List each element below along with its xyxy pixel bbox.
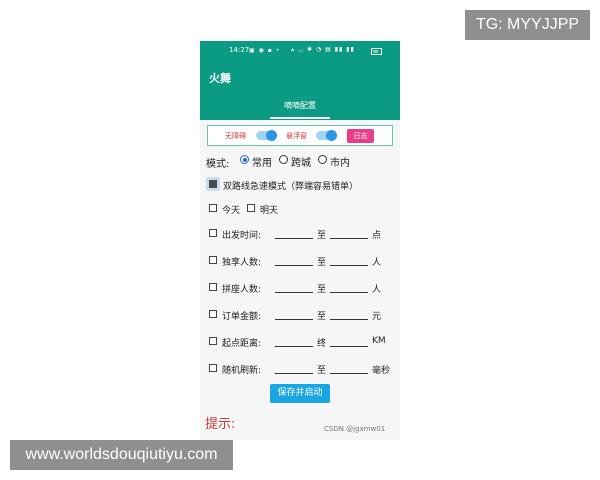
signal-icons: ▴ ◡ ✱ ◔ ▤ ▮▮ ▮▮ bbox=[291, 46, 355, 53]
tg-watermark: TG: MYYJJPP bbox=[465, 10, 590, 40]
filter-max-input[interactable] bbox=[330, 292, 368, 293]
switch-knob-icon bbox=[326, 130, 337, 141]
filter-unit: KM bbox=[372, 336, 386, 346]
today-label: 今天 bbox=[222, 206, 241, 216]
filter-min-input[interactable] bbox=[275, 292, 313, 293]
filter-min-input[interactable] bbox=[275, 319, 313, 320]
app-bar: 14:27 ▣ ◉ ▪ • ▴ ◡ ✱ ◔ ▤ ▮▮ ▮▮ 火舞 嘀嘀配置 bbox=[200, 41, 400, 120]
filter-checkbox[interactable] bbox=[209, 256, 217, 264]
filter-label: 订单金额: bbox=[222, 312, 262, 322]
today-checkbox[interactable] bbox=[209, 204, 217, 212]
filter-separator: 至 bbox=[317, 312, 327, 322]
csdn-watermark: CSDN @jgxmw01 bbox=[324, 425, 386, 433]
tab-didi-config[interactable]: 嘀嘀配置 bbox=[200, 100, 400, 111]
tomorrow-checkbox[interactable] bbox=[247, 204, 255, 212]
filter-checkbox[interactable] bbox=[209, 229, 217, 237]
filter-min-input[interactable] bbox=[275, 238, 313, 239]
radio-intercity[interactable] bbox=[279, 155, 288, 164]
radio-intracity-label: 市内 bbox=[330, 158, 350, 169]
filter-label: 独享人数: bbox=[222, 258, 262, 268]
accessibility-label: 无障碍 bbox=[225, 132, 246, 140]
radio-intracity[interactable] bbox=[318, 155, 327, 164]
filter-checkbox[interactable] bbox=[209, 337, 217, 345]
filter-label: 拼座人数: bbox=[222, 285, 262, 295]
save-and-start-button[interactable]: 保存并启动 bbox=[270, 384, 330, 403]
filter-label: 出发时间: bbox=[222, 231, 262, 241]
status-bar: 14:27 ▣ ◉ ▪ • ▴ ◡ ✱ ◔ ▤ ▮▮ ▮▮ bbox=[200, 46, 400, 58]
floating-window-label: 悬浮窗 bbox=[286, 132, 307, 140]
filter-unit: 点 bbox=[372, 231, 382, 241]
radio-common[interactable] bbox=[240, 155, 249, 164]
filter-separator: 至 bbox=[317, 258, 327, 268]
dual-route-label: 双路线急速模式（弊端容易错单） bbox=[223, 182, 359, 192]
filter-label: 随机刷新: bbox=[222, 366, 262, 376]
battery-icon bbox=[371, 48, 382, 55]
switch-knob-icon bbox=[266, 130, 277, 141]
filter-unit: 毫秒 bbox=[372, 366, 391, 376]
accessibility-switch[interactable] bbox=[256, 130, 277, 141]
filter-max-input[interactable] bbox=[330, 238, 368, 239]
filter-unit: 人 bbox=[372, 285, 382, 295]
log-button[interactable]: 日志 bbox=[347, 129, 374, 143]
filter-separator: 终 bbox=[317, 339, 327, 349]
radio-common-label: 常用 bbox=[252, 158, 272, 169]
tab-indicator bbox=[270, 117, 330, 119]
filter-checkbox[interactable] bbox=[209, 310, 217, 318]
tip-title: 提示: bbox=[205, 417, 236, 432]
filter-checkbox[interactable] bbox=[209, 364, 217, 372]
filter-checkbox[interactable] bbox=[209, 283, 217, 291]
filter-min-input[interactable] bbox=[275, 373, 313, 374]
radio-intercity-label: 跨城 bbox=[291, 158, 311, 169]
notification-icons: ▣ ◉ ▪ • bbox=[249, 47, 281, 54]
filter-unit: 元 bbox=[372, 312, 382, 322]
tomorrow-label: 明天 bbox=[260, 206, 279, 216]
status-time: 14:27 bbox=[229, 46, 250, 54]
filter-unit: 人 bbox=[372, 258, 382, 268]
filter-separator: 至 bbox=[317, 285, 327, 295]
filter-min-input[interactable] bbox=[275, 346, 313, 347]
filter-max-input[interactable] bbox=[330, 373, 368, 374]
filter-min-input[interactable] bbox=[275, 265, 313, 266]
mode-label: 模式: bbox=[206, 159, 230, 170]
filter-label: 起点距离: bbox=[222, 339, 262, 349]
control-bar: 无障碍 悬浮窗 日志 bbox=[207, 125, 393, 146]
site-watermark: www.worldsdouqiutiyu.com bbox=[10, 440, 233, 470]
dual-route-checkbox-wrap[interactable] bbox=[206, 177, 220, 191]
floating-window-switch[interactable] bbox=[316, 130, 337, 141]
filter-separator: 至 bbox=[317, 231, 327, 241]
filter-max-input[interactable] bbox=[330, 319, 368, 320]
filter-separator: 至 bbox=[317, 366, 327, 376]
app-title: 火舞 bbox=[209, 72, 231, 85]
filter-max-input[interactable] bbox=[330, 265, 368, 266]
filter-max-input[interactable] bbox=[330, 346, 368, 347]
phone-screen: 14:27 ▣ ◉ ▪ • ▴ ◡ ✱ ◔ ▤ ▮▮ ▮▮ 火舞 嘀嘀配置 无障… bbox=[200, 41, 400, 440]
dual-route-checkbox[interactable] bbox=[209, 180, 217, 188]
